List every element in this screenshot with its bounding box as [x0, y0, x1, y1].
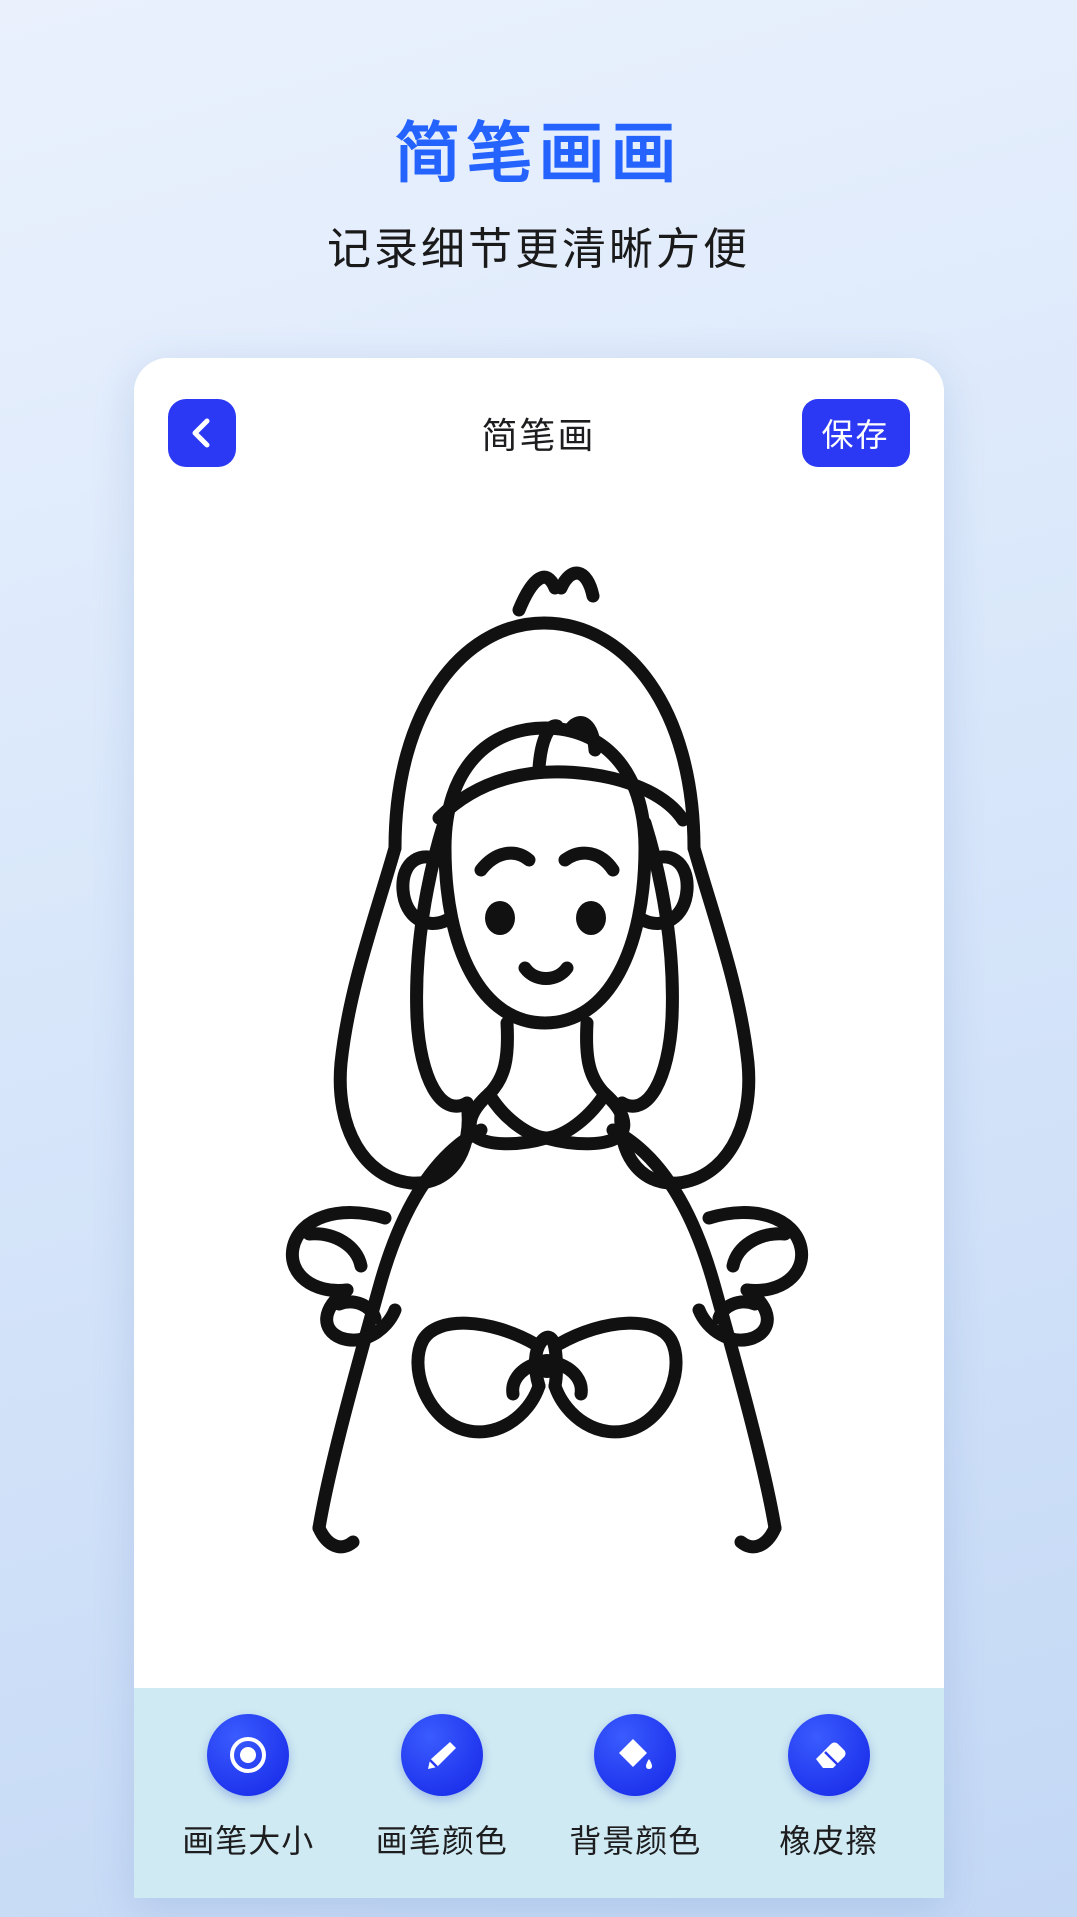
- tool-label: 画笔大小: [182, 1823, 315, 1859]
- promo-subheadline: 记录细节更清晰方便: [327, 225, 750, 274]
- back-button[interactable]: [167, 399, 236, 467]
- promo-page: 简笔画画 记录细节更清晰方便 简笔画 保存 画笔大小 画笔颜色 背景颜色 橡皮擦: [0, 0, 1077, 1917]
- brush-size-icon: [207, 1714, 290, 1796]
- drawing-toolbar: 画笔大小 画笔颜色 背景颜色 橡皮擦: [133, 1688, 944, 1898]
- tool-label: 橡皮擦: [779, 1823, 879, 1859]
- tool-background-color[interactable]: 背景颜色: [550, 1714, 720, 1862]
- app-topbar: 简笔画 保存: [133, 358, 944, 508]
- eraser-icon: [787, 1714, 870, 1796]
- tool-eraser[interactable]: 橡皮擦: [744, 1714, 914, 1862]
- pen-color-icon: [400, 1714, 483, 1796]
- tool-label: 背景颜色: [569, 1823, 702, 1859]
- chevron-left-icon: [187, 416, 217, 450]
- app-screenshot-frame: 简笔画 保存 画笔大小 画笔颜色 背景颜色 橡皮擦: [133, 358, 944, 1898]
- drawing-artwork: [285, 566, 808, 1554]
- fill-bucket-icon: [594, 1714, 677, 1796]
- tool-pen-color[interactable]: 画笔颜色: [357, 1714, 527, 1862]
- drawing-canvas[interactable]: [133, 508, 944, 1688]
- tool-brush-size[interactable]: 画笔大小: [163, 1714, 333, 1862]
- promo-headline: 简笔画画: [394, 116, 683, 190]
- tool-label: 画笔颜色: [375, 1823, 508, 1859]
- save-button[interactable]: 保存: [801, 399, 910, 467]
